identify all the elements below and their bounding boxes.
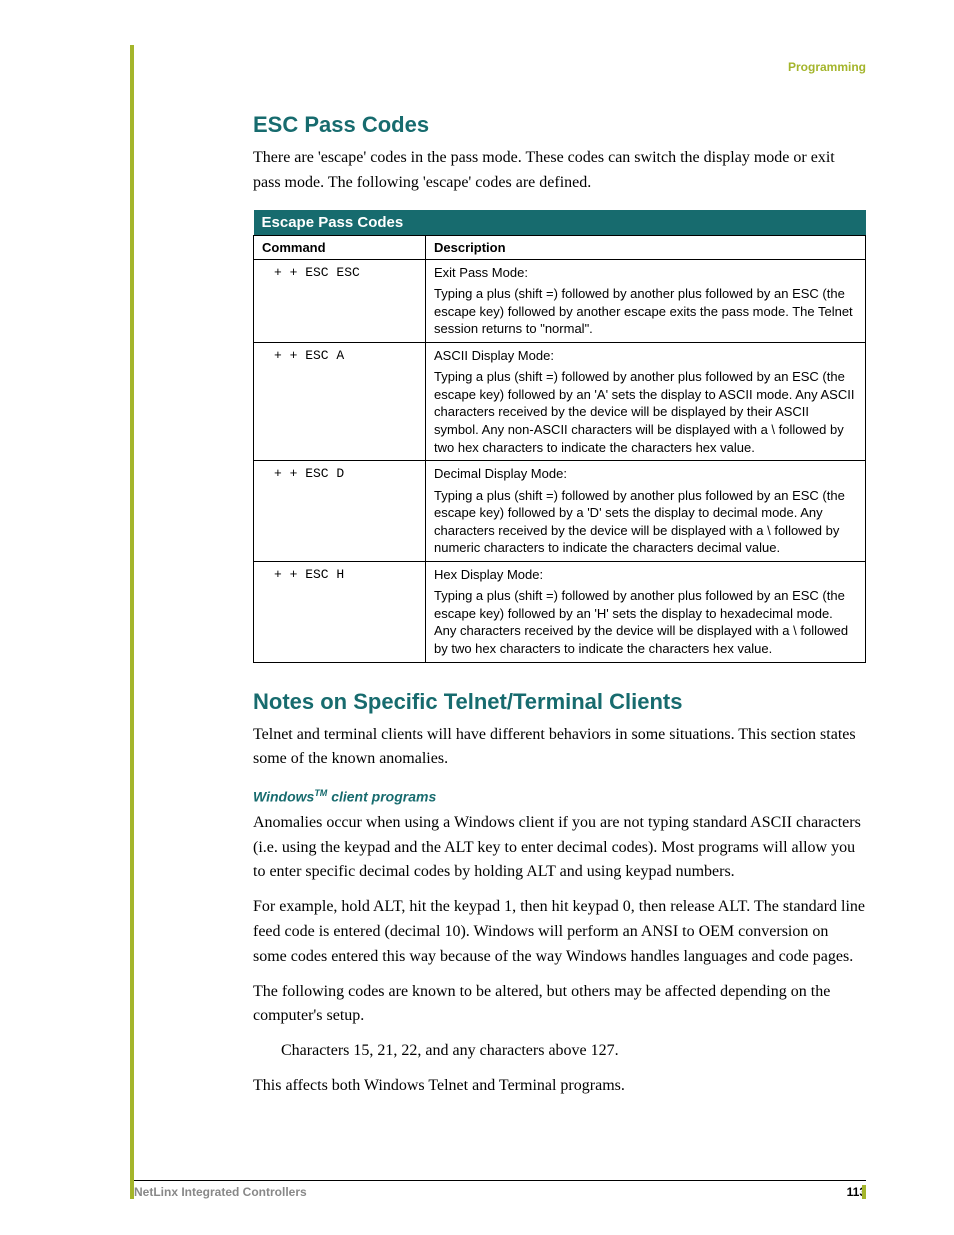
main-content: ESC Pass Codes There are 'escape' codes … <box>253 100 866 1109</box>
section-breadcrumb: Programming <box>788 60 866 74</box>
cell-command: + + ESC H <box>254 561 426 662</box>
desc-head: ASCII Display Mode: <box>434 347 857 365</box>
desc-head: Hex Display Mode: <box>434 566 857 584</box>
para-example: For example, hold ALT, hit the keypad 1,… <box>253 895 866 969</box>
col-command: Command <box>254 235 426 259</box>
page: Programming ESC Pass Codes There are 'es… <box>0 0 954 1235</box>
escape-pass-codes-table: Escape Pass Codes Command Description + … <box>253 210 866 663</box>
cell-description: Hex Display Mode: Typing a plus (shift =… <box>426 561 866 662</box>
cell-description: ASCII Display Mode: Typing a plus (shift… <box>426 342 866 460</box>
intro-paragraph-2: Telnet and terminal clients will have di… <box>253 723 866 773</box>
para-character-list: Characters 15, 21, 22, and any character… <box>281 1039 866 1064</box>
page-footer: NetLinx Integrated Controllers 113 <box>134 1180 866 1199</box>
table-row: + + ESC ESC Exit Pass Mode: Typing a plu… <box>254 259 866 342</box>
para-known-altered: The following codes are known to be alte… <box>253 980 866 1030</box>
para-anomalies: Anomalies occur when using a Windows cli… <box>253 811 866 885</box>
subheading-suffix: client programs <box>327 789 436 805</box>
cell-command: + + ESC ESC <box>254 259 426 342</box>
table-row: + + ESC H Hex Display Mode: Typing a plu… <box>254 561 866 662</box>
subheading-prefix: Windows <box>253 789 314 805</box>
footer-doc-title: NetLinx Integrated Controllers <box>134 1185 307 1199</box>
para-affects-both: This affects both Windows Telnet and Ter… <box>253 1074 866 1099</box>
heading-telnet-notes: Notes on Specific Telnet/Terminal Client… <box>253 689 866 715</box>
table-title-row: Escape Pass Codes <box>254 210 866 236</box>
footer-accent-tick <box>862 1185 866 1199</box>
intro-paragraph-1: There are 'escape' codes in the pass mod… <box>253 146 866 196</box>
desc-head: Exit Pass Mode: <box>434 264 857 282</box>
desc-head: Decimal Display Mode: <box>434 465 857 483</box>
desc-body: Typing a plus (shift =) followed by anot… <box>434 487 857 557</box>
desc-body: Typing a plus (shift =) followed by anot… <box>434 285 857 338</box>
subheading-windows-clients: WindowsTM client programs <box>253 788 866 805</box>
table-title: Escape Pass Codes <box>254 210 866 236</box>
desc-body: Typing a plus (shift =) followed by anot… <box>434 587 857 657</box>
cell-command: + + ESC A <box>254 342 426 460</box>
cell-description: Decimal Display Mode: Typing a plus (shi… <box>426 461 866 562</box>
table-row: + + ESC A ASCII Display Mode: Typing a p… <box>254 342 866 460</box>
cell-command: + + ESC D <box>254 461 426 562</box>
heading-esc-pass-codes: ESC Pass Codes <box>253 112 866 138</box>
col-description: Description <box>426 235 866 259</box>
tm-mark: TM <box>314 788 327 798</box>
left-accent-rule <box>130 45 134 1199</box>
desc-body: Typing a plus (shift =) followed by anot… <box>434 368 857 456</box>
table-row: + + ESC D Decimal Display Mode: Typing a… <box>254 461 866 562</box>
cell-description: Exit Pass Mode: Typing a plus (shift =) … <box>426 259 866 342</box>
table-header-row: Command Description <box>254 235 866 259</box>
